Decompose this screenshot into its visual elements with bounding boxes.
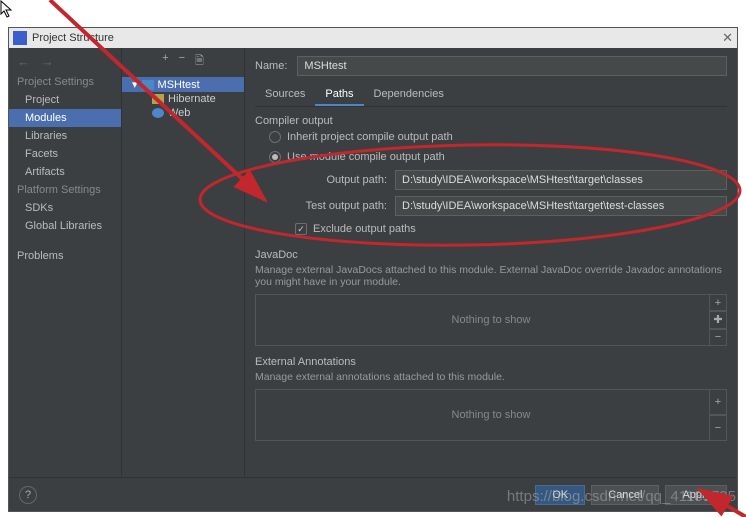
radio-use-module-label: Use module compile output path xyxy=(287,151,445,163)
nav-global-libraries[interactable]: Global Libraries xyxy=(9,217,121,235)
javadoc-panel: Nothing to show + ✚ − xyxy=(255,294,727,346)
project-structure-dialog: Project Structure ✕ ← → Project Settings… xyxy=(8,27,738,512)
help-button[interactable]: ? xyxy=(19,486,37,504)
javadoc-add-icon[interactable]: + xyxy=(709,294,727,311)
javadoc-heading: JavaDoc xyxy=(255,249,727,261)
copy-icon[interactable]: 🗎 xyxy=(195,52,204,71)
module-name-input[interactable] xyxy=(297,56,727,76)
exclude-label: Exclude output paths xyxy=(313,223,416,235)
expand-icon[interactable]: ▾ xyxy=(132,78,138,91)
module-icon xyxy=(142,80,154,90)
nav-artifacts[interactable]: Artifacts xyxy=(9,163,121,181)
tab-paths[interactable]: Paths xyxy=(315,84,363,106)
javadoc-remove-icon[interactable]: − xyxy=(709,329,727,346)
javadoc-empty: Nothing to show xyxy=(452,314,531,326)
app-icon xyxy=(13,31,27,45)
radio-use-module[interactable] xyxy=(269,151,281,163)
nav-facets[interactable]: Facets xyxy=(9,145,121,163)
test-output-path-label: Test output path: xyxy=(295,200,387,212)
section-project-settings: Project Settings xyxy=(9,73,121,91)
titlebar: Project Structure ✕ xyxy=(9,28,737,48)
ok-button[interactable]: OK xyxy=(535,485,585,505)
ext-annot-remove-icon[interactable]: − xyxy=(709,415,727,441)
compiler-output-heading: Compiler output xyxy=(255,115,727,127)
radio-inherit-label: Inherit project compile output path xyxy=(287,131,453,143)
tab-sources[interactable]: Sources xyxy=(255,84,315,106)
left-nav: ← → Project Settings Project Modules Lib… xyxy=(9,48,121,477)
facet-web[interactable]: Web xyxy=(122,106,244,120)
radio-inherit[interactable] xyxy=(269,131,281,143)
module-node-mshtest[interactable]: ▾ MSHtest xyxy=(122,77,244,92)
nav-history[interactable]: ← → xyxy=(9,54,121,73)
web-icon xyxy=(152,108,164,118)
nav-sdks[interactable]: SDKs xyxy=(9,199,121,217)
nav-libraries[interactable]: Libraries xyxy=(9,127,121,145)
facet-label: Web xyxy=(168,107,190,119)
module-details: Name: Sources Paths Dependencies Compile… xyxy=(245,48,737,477)
test-output-path-input[interactable] xyxy=(395,196,727,216)
hibernate-icon xyxy=(152,94,164,104)
window-title: Project Structure xyxy=(32,32,114,44)
module-label: MSHtest xyxy=(158,79,200,91)
exclude-checkbox[interactable] xyxy=(295,223,307,235)
tab-dependencies[interactable]: Dependencies xyxy=(364,84,454,106)
close-icon[interactable]: ✕ xyxy=(722,30,733,46)
javadoc-add-url-icon[interactable]: ✚ xyxy=(709,311,727,328)
ext-annot-add-icon[interactable]: + xyxy=(709,389,727,415)
nav-project[interactable]: Project xyxy=(9,91,121,109)
apply-button[interactable]: Apply xyxy=(665,485,727,505)
output-path-input[interactable] xyxy=(395,170,727,190)
facet-label: Hibernate xyxy=(168,93,216,105)
dialog-footer: ? OK Cancel Apply xyxy=(9,477,737,511)
ext-annot-panel: Nothing to show + − xyxy=(255,389,727,441)
remove-icon[interactable]: − xyxy=(179,52,185,71)
section-platform-settings: Platform Settings xyxy=(9,181,121,199)
facet-hibernate[interactable]: Hibernate xyxy=(122,92,244,106)
nav-modules[interactable]: Modules xyxy=(9,109,121,127)
javadoc-desc: Manage external JavaDocs attached to thi… xyxy=(255,261,727,294)
nav-problems[interactable]: Problems xyxy=(9,247,121,265)
add-icon[interactable]: + xyxy=(162,52,168,71)
ext-annot-heading: External Annotations xyxy=(255,356,727,368)
cancel-button[interactable]: Cancel xyxy=(591,485,659,505)
output-path-label: Output path: xyxy=(295,174,387,186)
ext-annot-desc: Manage external annotations attached to … xyxy=(255,368,727,389)
name-label: Name: xyxy=(255,60,287,72)
module-list-panel: + − 🗎 ▾ MSHtest Hibernate Web xyxy=(121,48,245,477)
ext-annot-empty: Nothing to show xyxy=(452,409,531,421)
